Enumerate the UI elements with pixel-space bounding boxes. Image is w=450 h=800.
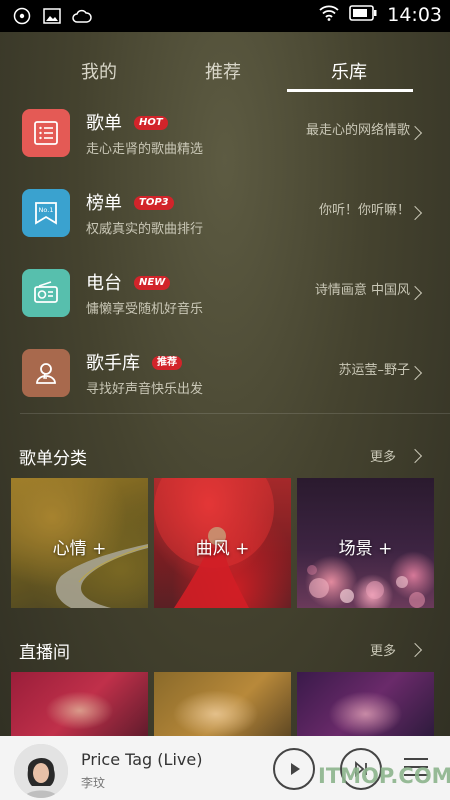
hot-badge: HOT (134, 116, 168, 130)
tile-label: 心情 + (52, 539, 107, 559)
album-art[interactable] (14, 744, 68, 798)
item-subtitle: 权威真实的歌曲排行 (86, 222, 204, 237)
live-room-card[interactable] (154, 672, 291, 742)
chevron-right-icon[interactable] (407, 448, 423, 464)
singer-icon (22, 349, 70, 397)
play-icon (291, 763, 300, 775)
item-highlight: 最走心的网络情歌 (305, 123, 410, 138)
battery-icon (349, 5, 377, 25)
item-title: 歌手库 (86, 353, 140, 374)
item-title: 榜单 (86, 193, 122, 214)
song-title: Price Tag (Live) (81, 750, 203, 769)
category-genre[interactable]: 曲风 + (154, 478, 291, 608)
list-item-singer[interactable]: 歌手库 推荐 寻找好声音快乐出发 苏运莹–野子 (0, 337, 450, 417)
recommend-badge: 推荐 (152, 356, 182, 370)
chevron-right-icon[interactable] (407, 642, 423, 658)
chevron-right-icon (407, 205, 423, 221)
tab-library[interactable]: 乐库 (331, 58, 367, 84)
tab-mine[interactable]: 我的 (81, 58, 117, 84)
active-tab-indicator (287, 89, 413, 92)
wifi-icon (319, 5, 339, 25)
image-icon (42, 6, 62, 26)
chevron-right-icon (407, 285, 423, 301)
divider (20, 413, 450, 414)
list-item-radio[interactable]: 电台 NEW 慵懒享受随机好音乐 诗情画意 中国风 (0, 257, 450, 337)
tab-recommend[interactable]: 推荐 (205, 58, 241, 84)
status-bar: 14:03 (0, 0, 450, 32)
item-highlight: 苏运莹–野子 (338, 363, 410, 378)
item-highlight: 你听！你听嘛！ (318, 203, 410, 218)
top-tabs: 我的 推荐 乐库 (0, 48, 450, 94)
item-subtitle: 慵懒享受随机好音乐 (86, 302, 204, 317)
category-scene[interactable]: 场景 + (297, 478, 434, 608)
more-link-live[interactable]: 更多 (370, 640, 396, 659)
list-item-playlist[interactable]: 歌单 HOT 走心走肾的歌曲精选 最走心的网络情歌 (0, 97, 450, 177)
svg-text:No.1: No.1 (39, 206, 54, 214)
chevron-right-icon (407, 125, 423, 141)
item-subtitle: 走心走肾的歌曲精选 (86, 142, 204, 157)
tile-label: 场景 + (338, 539, 393, 559)
play-button[interactable] (273, 748, 315, 790)
new-badge: NEW (134, 276, 171, 290)
list-item-chart[interactable]: No.1 榜单 TOP3 权威真实的歌曲排行 你听！你听嘛！ (0, 177, 450, 257)
live-room-card[interactable] (11, 672, 148, 742)
section-title-categories: 歌单分类 (19, 449, 87, 469)
item-title: 电台 (86, 273, 122, 294)
clock: 14:03 (387, 4, 442, 26)
tile-label: 曲风 + (195, 539, 250, 559)
artist-name: 李玟 (81, 776, 106, 790)
cloud-icon (72, 6, 92, 26)
category-mood[interactable]: 心情 + (11, 478, 148, 608)
section-title-live: 直播间 (19, 643, 70, 663)
watermark: ITMOP.COM (318, 764, 450, 788)
live-room-card[interactable] (297, 672, 434, 742)
radio-icon (22, 269, 70, 317)
more-link-categories[interactable]: 更多 (370, 446, 396, 465)
item-subtitle: 寻找好声音快乐出发 (86, 382, 204, 397)
playlist-icon (22, 109, 70, 157)
no1-ribbon-icon: No.1 (22, 189, 70, 237)
item-title: 歌单 (86, 113, 122, 134)
top3-badge: TOP3 (134, 196, 174, 210)
chevron-right-icon (407, 365, 423, 381)
music-disc-icon (12, 6, 32, 26)
item-highlight: 诗情画意 中国风 (314, 283, 410, 298)
